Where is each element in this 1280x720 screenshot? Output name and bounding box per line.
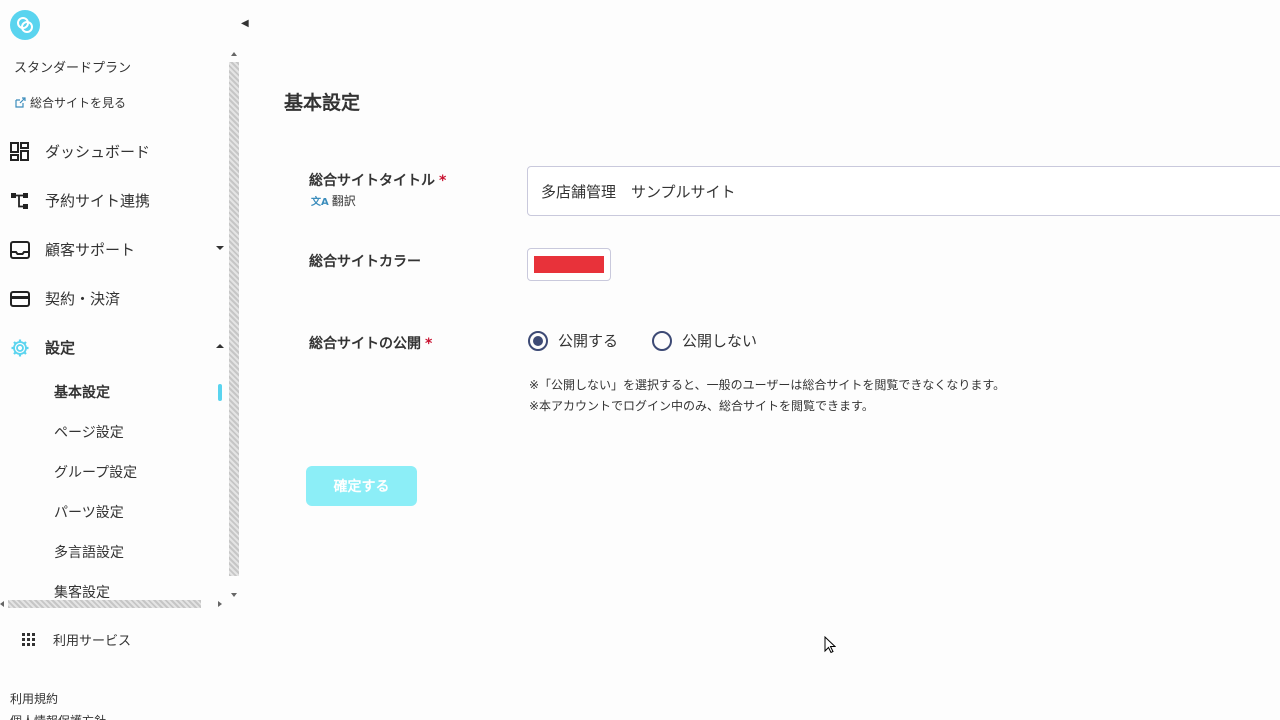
- view-site-link[interactable]: 総合サイトを見る: [14, 94, 126, 111]
- required-mark: *: [425, 336, 433, 352]
- sub-item-basic-settings[interactable]: 基本設定: [0, 372, 228, 412]
- sub-item-label: 基本設定: [54, 385, 110, 401]
- nav-item-customer-support[interactable]: 顧客サポート: [0, 225, 228, 274]
- chevron-down-icon: [216, 246, 224, 250]
- translate-link[interactable]: 文A 翻訳: [311, 192, 356, 209]
- radio-label: 公開する: [558, 332, 619, 350]
- view-site-link-label: 総合サイトを見る: [30, 96, 127, 110]
- hierarchy-icon: [10, 191, 30, 211]
- radio-label: 公開しない: [682, 332, 758, 350]
- sidebar: スタンダードプラン 総合サイトを見る ダッシュボード 予約サイト連携 顧客サポー…: [0, 0, 240, 720]
- nav-item-contract-payment[interactable]: 契約・決済: [0, 274, 228, 323]
- nav-item-settings[interactable]: 設定: [0, 323, 228, 372]
- sub-item-label: ページ設定: [54, 425, 124, 441]
- required-mark: *: [439, 173, 447, 189]
- scrollbar-thumb[interactable]: [229, 62, 239, 576]
- nav-label: 予約サイト連携: [45, 192, 151, 210]
- app-window: スタンダードプラン 総合サイトを見る ダッシュボード 予約サイト連携 顧客サポー…: [0, 0, 1280, 720]
- scroll-up-icon[interactable]: [231, 52, 237, 56]
- dashboard-icon: [10, 141, 30, 162]
- nav-item-booking-sync[interactable]: 予約サイト連携: [0, 176, 228, 225]
- plan-name: スタンダードプラン: [14, 61, 132, 76]
- color-swatch-fill: [534, 256, 604, 273]
- scroll-right-icon[interactable]: [218, 601, 222, 607]
- translate-icon: 文A: [311, 197, 329, 208]
- apps-grid-icon: [22, 633, 35, 646]
- radio-selected-icon[interactable]: [528, 330, 548, 351]
- gear-icon: [10, 338, 30, 358]
- services-menu[interactable]: 利用サービス: [22, 630, 131, 649]
- publish-label-text: 総合サイトの公開: [309, 336, 421, 352]
- nav-item-dashboard[interactable]: ダッシュボード: [0, 127, 228, 176]
- sidebar-horizontal-scrollbar[interactable]: [0, 598, 228, 610]
- privacy-policy-link[interactable]: 個人情報保護方針: [10, 712, 106, 720]
- sub-item-label: 多言語設定: [54, 545, 124, 561]
- services-label: 利用サービス: [53, 634, 132, 649]
- external-link-icon: [15, 96, 26, 108]
- logo-icon: [17, 17, 33, 33]
- publish-label: 総合サイトの公開 *: [309, 333, 432, 353]
- logo[interactable]: [10, 10, 40, 40]
- main-nav: ダッシュボード 予約サイト連携 顧客サポート 契約・決済 設定 基本設定 ページ…: [0, 127, 228, 612]
- scroll-down-icon[interactable]: [231, 593, 237, 597]
- main-content: 基本設定 総合サイトタイトル * 文A 翻訳 多店舗管理 サンプルサイト 総合サイ…: [240, 0, 1280, 720]
- sub-item-page-settings[interactable]: ページ設定: [0, 412, 228, 452]
- nav-label: ダッシュボード: [45, 143, 151, 161]
- translate-label: 翻訳: [331, 194, 356, 208]
- publish-radio-public[interactable]: 公開する: [528, 330, 618, 351]
- site-color-label: 総合サイトカラー: [309, 254, 421, 270]
- nav-label: 顧客サポート: [45, 241, 136, 259]
- publish-radio-private[interactable]: 公開しない: [652, 330, 757, 351]
- radio-unselected-icon[interactable]: [652, 330, 672, 351]
- scrollbar-thumb[interactable]: [8, 600, 201, 608]
- inbox-icon: [10, 240, 30, 260]
- sub-item-language-settings[interactable]: 多言語設定: [0, 532, 228, 572]
- publish-note-2: ※本アカウントでログイン中のみ、総合サイトを閲覧できます。: [529, 399, 874, 413]
- publish-note-1: ※「公開しない」を選択すると、一般のユーザーは総合サイトを閲覧できなくなります。: [529, 378, 1006, 392]
- site-title-label-text: 総合サイトタイトル: [309, 173, 435, 189]
- scroll-left-icon[interactable]: [0, 601, 4, 607]
- site-title-input[interactable]: 多店舗管理 サンプルサイト: [527, 166, 1280, 216]
- active-indicator: [218, 384, 222, 401]
- credit-card-icon: [10, 289, 30, 309]
- sub-item-label: グループ設定: [54, 465, 138, 481]
- sub-item-parts-settings[interactable]: パーツ設定: [0, 492, 228, 532]
- sidebar-vertical-scrollbar[interactable]: [228, 52, 240, 597]
- sub-item-label: パーツ設定: [54, 505, 124, 521]
- site-title-label: 総合サイトタイトル *: [309, 170, 446, 190]
- terms-link[interactable]: 利用規約: [10, 690, 58, 707]
- chevron-up-icon: [216, 344, 224, 348]
- site-color-picker[interactable]: [527, 248, 611, 281]
- mouse-cursor-icon: [824, 636, 836, 654]
- confirm-button[interactable]: 確定する: [306, 466, 417, 506]
- nav-label: 契約・決済: [45, 290, 121, 308]
- page-title: 基本設定: [284, 92, 361, 114]
- nav-label: 設定: [45, 339, 76, 357]
- sub-item-group-settings[interactable]: グループ設定: [0, 452, 228, 492]
